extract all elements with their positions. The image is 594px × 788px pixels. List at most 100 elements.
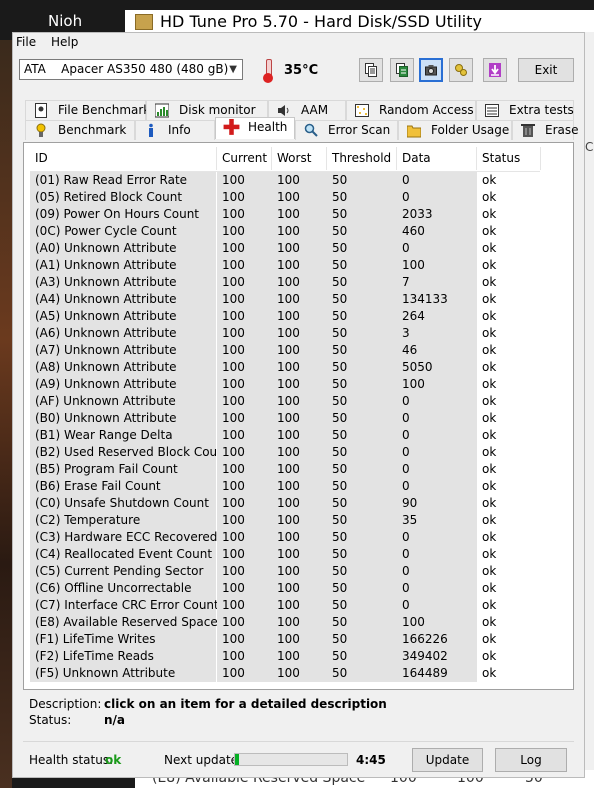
tab-label: Extra tests bbox=[509, 103, 574, 117]
table-row[interactable]: (F1) LifeTime Writes 100 100 50 166226 ok bbox=[30, 631, 540, 648]
cell-status: ok bbox=[482, 360, 497, 374]
cell-threshold: 50 bbox=[327, 291, 397, 308]
column-header-id[interactable]: ID bbox=[30, 147, 217, 170]
column-header-threshold[interactable]: Threshold bbox=[327, 147, 397, 170]
table-row[interactable]: (B6) Erase Fail Count 100 100 50 0 ok bbox=[30, 478, 540, 495]
column-header-data[interactable]: Data bbox=[397, 147, 477, 170]
cell-status: ok bbox=[482, 666, 497, 680]
cell-status: ok bbox=[482, 564, 497, 578]
table-row[interactable]: (E8) Available Reserved Space 100 100 50 100… bbox=[30, 614, 540, 631]
tab-health[interactable]: Health bbox=[215, 117, 295, 139]
drive-select[interactable]: ATA Apacer AS350 480 (480 gB) ▼ bbox=[19, 59, 243, 80]
description-label: Description: bbox=[29, 697, 102, 711]
cell-data: 349402 bbox=[397, 648, 477, 665]
log-button[interactable]: Log bbox=[495, 748, 567, 772]
table-row[interactable]: (C4) Reallocated Event Count 100 100 50 0 ok bbox=[30, 546, 540, 563]
menu-file[interactable]: File bbox=[16, 35, 36, 49]
cell-worst: 100 bbox=[272, 580, 327, 597]
menu-help[interactable]: Help bbox=[51, 35, 78, 49]
cell-threshold: 50 bbox=[327, 444, 397, 461]
health-status-value: ok bbox=[105, 753, 122, 767]
table-row[interactable]: (B2) Used Reserved Block Count 100 100 50 0 o… bbox=[30, 444, 540, 461]
copy-info-button[interactable] bbox=[390, 58, 414, 82]
table-row[interactable]: (A7) Unknown Attribute 100 100 50 46 ok bbox=[30, 342, 540, 359]
copy-text-button[interactable] bbox=[359, 58, 383, 82]
column-header-status[interactable]: Status bbox=[477, 147, 541, 170]
table-row[interactable]: (A8) Unknown Attribute 100 100 50 5050 ok bbox=[30, 359, 540, 376]
table-row[interactable]: (C7) Interface CRC Error Count 100 100 50 0 o… bbox=[30, 597, 540, 614]
tab-file-benchmark[interactable]: File Benchmark bbox=[25, 100, 150, 120]
table-row[interactable]: (A1) Unknown Attribute 100 100 50 100 ok bbox=[30, 257, 540, 274]
cell-status: ok bbox=[482, 530, 497, 544]
tab-label: Health bbox=[248, 120, 288, 134]
options-button[interactable] bbox=[449, 58, 473, 82]
health-cross-icon bbox=[223, 119, 240, 135]
next-update-progress bbox=[234, 753, 348, 766]
hdtune-app-icon bbox=[135, 14, 153, 30]
cell-status: ok bbox=[482, 275, 497, 289]
temperature-readout: 35°C bbox=[284, 63, 319, 78]
tab-label: File Benchmark bbox=[58, 103, 151, 117]
cell-status: ok bbox=[482, 615, 497, 629]
table-row[interactable]: (C0) Unsafe Shutdown Count 100 100 50 90 ok bbox=[30, 495, 540, 512]
update-button[interactable]: Update bbox=[412, 748, 483, 772]
table-row[interactable]: (A4) Unknown Attribute 100 100 50 134133 ok bbox=[30, 291, 540, 308]
cell-threshold: 50 bbox=[327, 614, 397, 631]
tab-random-access[interactable]: Random Access bbox=[346, 100, 476, 120]
table-row[interactable]: (0C) Power Cycle Count 100 100 50 460 ok bbox=[30, 223, 540, 240]
cell-data: 35 bbox=[397, 512, 477, 529]
table-row[interactable]: (A6) Unknown Attribute 100 100 50 3 ok bbox=[30, 325, 540, 342]
tab-error-scan[interactable]: Error Scan bbox=[295, 120, 398, 140]
column-header-worst[interactable]: Worst bbox=[272, 147, 327, 170]
tab-label: Erase bbox=[545, 123, 579, 137]
tab-extra-tests[interactable]: Extra tests bbox=[476, 100, 574, 120]
table-row[interactable]: (09) Power On Hours Count 100 100 50 2033 ok bbox=[30, 206, 540, 223]
tab-erase[interactable]: Erase bbox=[512, 120, 579, 140]
tab-info[interactable]: Info bbox=[135, 120, 215, 140]
cell-threshold: 50 bbox=[327, 631, 397, 648]
tab-folder-usage[interactable]: Folder Usage bbox=[398, 120, 512, 140]
background-window-edge: C bbox=[585, 32, 594, 788]
table-row[interactable]: (C5) Current Pending Sector 100 100 50 0 ok bbox=[30, 563, 540, 580]
thermometer-icon bbox=[263, 59, 273, 83]
table-row[interactable]: (F2) LifeTime Reads 100 100 50 349402 ok bbox=[30, 648, 540, 665]
table-row[interactable]: (C6) Offline Uncorrectable 100 100 50 0 ok bbox=[30, 580, 540, 597]
cell-data: 46 bbox=[397, 342, 477, 359]
description-area: Description: click on an item for a deta… bbox=[23, 691, 574, 731]
cell-current: 100 bbox=[217, 172, 272, 189]
table-row[interactable]: (B5) Program Fail Count 100 100 50 0 ok bbox=[30, 461, 540, 478]
table-row[interactable]: (01) Raw Read Error Rate 100 100 50 0 ok bbox=[30, 172, 540, 189]
table-row[interactable]: (A5) Unknown Attribute 100 100 50 264 ok bbox=[30, 308, 540, 325]
table-row[interactable]: (05) Retired Block Count 100 100 50 0 ok bbox=[30, 189, 540, 206]
cell-status: ok bbox=[482, 309, 497, 323]
tab-label: Random Access bbox=[379, 103, 474, 117]
tab-benchmark[interactable]: Benchmark bbox=[25, 120, 135, 140]
cell-current: 100 bbox=[217, 478, 272, 495]
save-button[interactable] bbox=[483, 58, 507, 82]
table-row[interactable]: (A3) Unknown Attribute 100 100 50 7 ok bbox=[30, 274, 540, 291]
cell-current: 100 bbox=[217, 427, 272, 444]
screenshot-button[interactable] bbox=[419, 58, 443, 82]
table-row[interactable]: (B1) Wear Range Delta 100 100 50 0 ok bbox=[30, 427, 540, 444]
table-row[interactable]: (C3) Hardware ECC Recovered 100 100 50 0 ok bbox=[30, 529, 540, 546]
tab-label: Benchmark bbox=[58, 123, 127, 137]
cell-data: 0 bbox=[397, 597, 477, 614]
cell-worst: 100 bbox=[272, 461, 327, 478]
table-row[interactable]: (B0) Unknown Attribute 100 100 50 0 ok bbox=[30, 410, 540, 427]
table-row[interactable]: (C2) Temperature 100 100 50 35 ok bbox=[30, 512, 540, 529]
cell-data: 460 bbox=[397, 223, 477, 240]
cell-threshold: 50 bbox=[327, 580, 397, 597]
smart-attribute-table[interactable]: ID Current Worst Threshold Data Status (… bbox=[30, 147, 541, 682]
table-row[interactable]: (A9) Unknown Attribute 100 100 50 100 ok bbox=[30, 376, 540, 393]
cell-data: 0 bbox=[397, 172, 477, 189]
save-download-icon bbox=[489, 63, 501, 77]
table-row[interactable]: (F5) Unknown Attribute 100 100 50 164489 ok bbox=[30, 665, 540, 682]
exit-button[interactable]: Exit bbox=[518, 58, 574, 82]
column-header-current[interactable]: Current bbox=[217, 147, 272, 170]
table-row[interactable]: (AF) Unknown Attribute 100 100 50 0 ok bbox=[30, 393, 540, 410]
cell-id: (F5) Unknown Attribute bbox=[30, 665, 217, 682]
tab-label: Folder Usage bbox=[431, 123, 510, 137]
table-row[interactable]: (A0) Unknown Attribute 100 100 50 0 ok bbox=[30, 240, 540, 257]
cell-worst: 100 bbox=[272, 206, 327, 223]
cell-worst: 100 bbox=[272, 427, 327, 444]
